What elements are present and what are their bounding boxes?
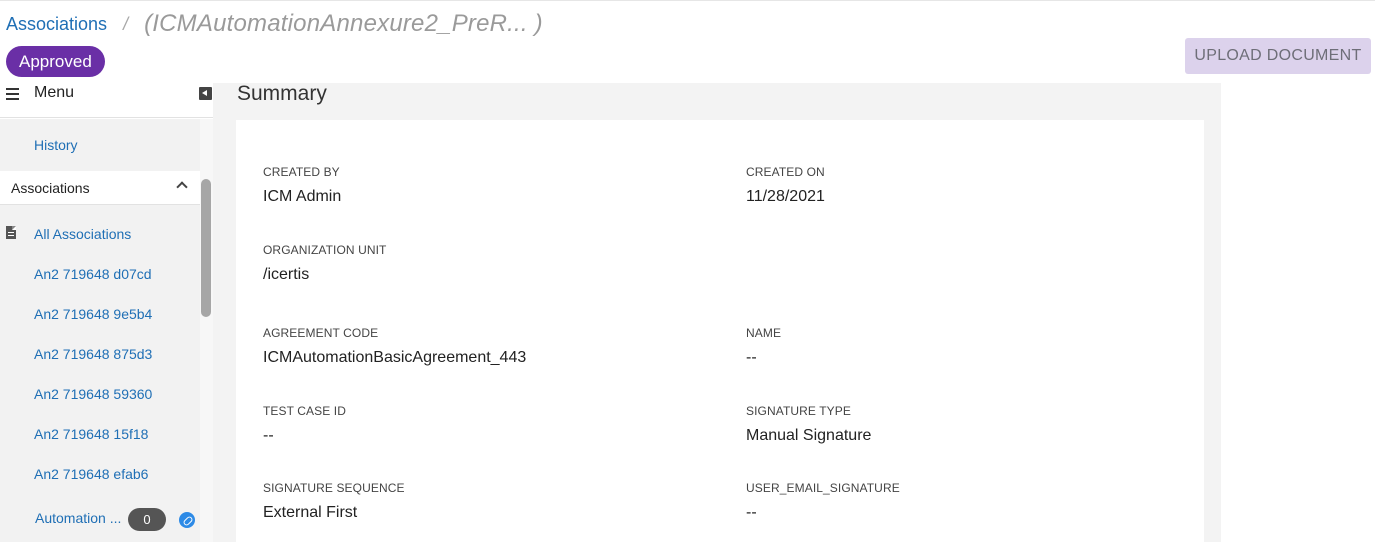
breadcrumb-current-title: (ICMAutomationAnnexure2_PreR... ) [144,10,543,37]
field-created-by: CREATED BY ICM Admin [263,165,341,206]
field-value: External First [263,504,358,521]
sidebar-item-label: History [34,137,78,153]
sidebar-item-history[interactable]: History [0,119,200,171]
count-badge: 0 [128,508,166,531]
sidebar-item-label: Automation ... [35,510,122,526]
field-name: NAME -- [746,326,781,367]
chevron-up-icon [176,181,188,193]
upload-document-button[interactable]: UPLOAD DOCUMENT [1185,38,1371,74]
sidebar-item-association[interactable]: An2 719648 efab6 [0,455,200,495]
field-agreement-code: AGREEMENT CODE ICMAutomationBasicAgreeme… [263,326,526,367]
sidebar-item-association[interactable]: An2 719648 9e5b4 [0,295,200,335]
field-value: 11/28/2021 [746,188,825,205]
field-label: TEST CASE ID [263,404,346,418]
sidebar-list: History Associations All Associations An… [0,119,200,542]
field-label: ORGANIZATION UNIT [263,243,387,257]
field-label: NAME [746,326,782,340]
top-divider [0,0,1375,1]
sidebar-item-label: An2 719648 d07cd [34,266,152,282]
document-icon [6,226,16,239]
field-value: Manual Signature [746,427,872,444]
menu-label[interactable]: Menu [34,83,74,103]
field-user-email-signature: USER_EMAIL_SIGNATURE -- [746,481,900,522]
breadcrumb-associations-link[interactable]: Associations [6,14,107,35]
status-badge: Approved [6,46,105,77]
field-created-on: CREATED ON 11/28/2021 [746,165,825,206]
breadcrumb-separator: / [123,13,129,34]
field-test-case-id: TEST CASE ID -- [263,404,346,445]
sidebar-item-label: An2 719648 59360 [34,386,153,402]
sidebar-item-association[interactable]: An2 719648 15f18 [0,415,200,455]
associations-section-header[interactable]: Associations [0,171,200,205]
field-value: ICM Admin [263,188,342,205]
field-value: ICMAutomationBasicAgreement_443 [263,349,527,366]
field-label: SIGNATURE SEQUENCE [263,481,405,495]
sidebar-scrollbar-thumb[interactable] [201,179,211,317]
field-value: -- [263,427,274,444]
collapse-sidebar-icon[interactable] [199,87,212,100]
sidebar-item-label: All Associations [34,226,132,242]
summary-title: Summary [237,82,327,105]
field-label: SIGNATURE TYPE [746,404,851,418]
main-content: Summary CREATED BY ICM Admin CREATED ON … [213,83,1221,542]
field-organization-unit: ORGANIZATION UNIT /icertis [263,243,386,284]
sidebar-item-label: An2 719648 875d3 [34,346,153,362]
field-value: /icertis [263,266,310,283]
field-signature-sequence: SIGNATURE SEQUENCE External First [263,481,405,522]
field-label: CREATED BY [263,165,340,179]
section-label: Associations [11,180,90,196]
field-value: -- [746,504,757,521]
sidebar: Menu History Associations All Associatio… [0,83,213,542]
field-label: USER_EMAIL_SIGNATURE [746,481,900,495]
sidebar-item-association[interactable]: An2 719648 d07cd [0,255,200,295]
field-label: CREATED ON [746,165,825,179]
sidebar-item-association[interactable]: An2 719648 875d3 [0,335,200,375]
sidebar-item-label: An2 719648 efab6 [34,466,149,482]
field-signature-type: SIGNATURE TYPE Manual Signature [746,404,871,445]
field-label: AGREEMENT CODE [263,326,379,340]
sidebar-item-all-associations[interactable]: All Associations [0,215,200,255]
sidebar-item-association[interactable]: An2 719648 59360 [0,375,200,415]
sidebar-item-automation[interactable]: Automation ... 0 [0,497,200,542]
sidebar-item-label: An2 719648 15f18 [34,426,149,442]
field-value: -- [746,349,757,366]
breadcrumb: Associations / (ICMAutomationAnnexure2_P… [6,8,543,40]
summary-card: CREATED BY ICM Admin CREATED ON 11/28/20… [236,120,1204,542]
hamburger-icon[interactable] [6,88,19,100]
sidebar-item-label: An2 719648 9e5b4 [34,306,153,322]
menu-header: Menu [0,83,213,118]
link-icon[interactable] [179,512,195,528]
